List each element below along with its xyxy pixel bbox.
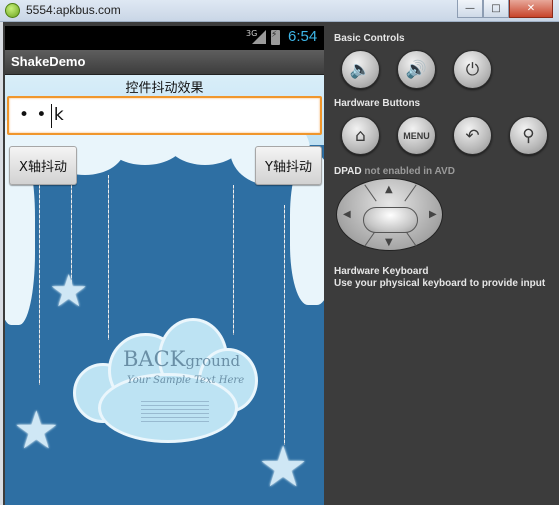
battery-icon <box>271 30 280 45</box>
dpad-center-button[interactable] <box>363 207 418 233</box>
home-button[interactable]: ⌂ <box>341 116 380 155</box>
minimize-button[interactable]: — <box>457 0 483 18</box>
maximize-button[interactable]: □ <box>483 0 509 18</box>
hanging-string <box>284 205 285 445</box>
power-button[interactable]: ⏻ <box>453 50 492 89</box>
dpad[interactable]: ▲ ▼ ◀ ▶ <box>336 178 443 251</box>
status-bar: 3G 6:54 <box>5 26 324 50</box>
hardware-keyboard-title: Hardware Keyboard <box>334 266 429 277</box>
search-button[interactable]: ⚲ <box>509 116 548 155</box>
dpad-divider <box>364 184 377 202</box>
cloud-decoration <box>295 245 324 305</box>
emulator-control-panel: Basic Controls 🔈 🔊 ⏻ Hardware Buttons ⌂ … <box>330 26 556 505</box>
text-cursor <box>51 104 52 128</box>
search-icon: ⚲ <box>522 125 535 146</box>
shake-x-button[interactable]: X轴抖动 <box>9 146 77 185</box>
dpad-left-icon[interactable]: ◀ <box>343 209 351 220</box>
action-bar: ShakeDemo <box>5 50 324 75</box>
back-button[interactable]: ↶ <box>453 116 492 155</box>
page-heading: 控件抖动效果 <box>125 81 204 96</box>
app-content: ★ ★ ★ BACKground Your Sample Text Here 控… <box>5 75 324 505</box>
window-controls: — □ ✕ <box>457 0 553 18</box>
phone-screen: 3G 6:54 ShakeDemo ★ ★ ★ <box>5 26 324 505</box>
signal-icon <box>252 30 266 44</box>
background-subtitle: Your Sample Text Here <box>127 375 245 386</box>
star-decoration: ★ <box>258 435 309 500</box>
dpad-label: DPAD <box>334 166 362 177</box>
menu-button[interactable]: MENU <box>397 116 436 155</box>
window-titlebar: 5554:apkbus.com — □ ✕ <box>0 0 559 22</box>
volume-down-icon: 🔈 <box>349 59 372 80</box>
background-title-main: BACK <box>123 347 186 371</box>
android-app-icon <box>5 3 20 18</box>
dpad-down-icon[interactable]: ▼ <box>385 237 393 248</box>
text-input-value: • • k <box>19 105 65 125</box>
hardware-keyboard-info: Hardware Keyboard Use your physical keyb… <box>334 266 545 290</box>
dpad-title: DPAD not enabled in AVD <box>334 166 455 177</box>
close-button[interactable]: ✕ <box>509 0 553 18</box>
app-title: ShakeDemo <box>11 54 86 69</box>
shake-y-button[interactable]: Y轴抖动 <box>255 146 322 185</box>
dpad-up-icon[interactable]: ▲ <box>385 184 393 195</box>
text-input[interactable]: • • k <box>7 96 322 135</box>
volume-up-button[interactable]: 🔊 <box>397 50 436 89</box>
volume-down-button[interactable]: 🔈 <box>341 50 380 89</box>
background-title-suffix: ground <box>185 352 241 370</box>
volume-up-icon: 🔊 <box>405 59 428 80</box>
power-icon: ⏻ <box>465 59 480 80</box>
dpad-divider <box>404 184 417 202</box>
status-clock: 6:54 <box>288 28 318 45</box>
dpad-note: not enabled in AVD <box>364 166 455 177</box>
star-decoration: ★ <box>49 266 89 317</box>
dpad-right-icon[interactable]: ▶ <box>429 209 437 220</box>
home-icon: ⌂ <box>355 125 366 146</box>
star-decoration: ★ <box>13 401 60 461</box>
window-title: 5554:apkbus.com <box>26 3 121 17</box>
hanging-string <box>39 185 40 385</box>
hardware-keyboard-note: Use your physical keyboard to provide in… <box>334 278 546 289</box>
back-icon: ↶ <box>465 125 480 146</box>
placeholder-text-lines <box>141 401 209 423</box>
basic-controls-title: Basic Controls <box>334 33 405 44</box>
background-title: BACKground <box>123 347 240 371</box>
hardware-buttons-title: Hardware Buttons <box>334 98 421 109</box>
